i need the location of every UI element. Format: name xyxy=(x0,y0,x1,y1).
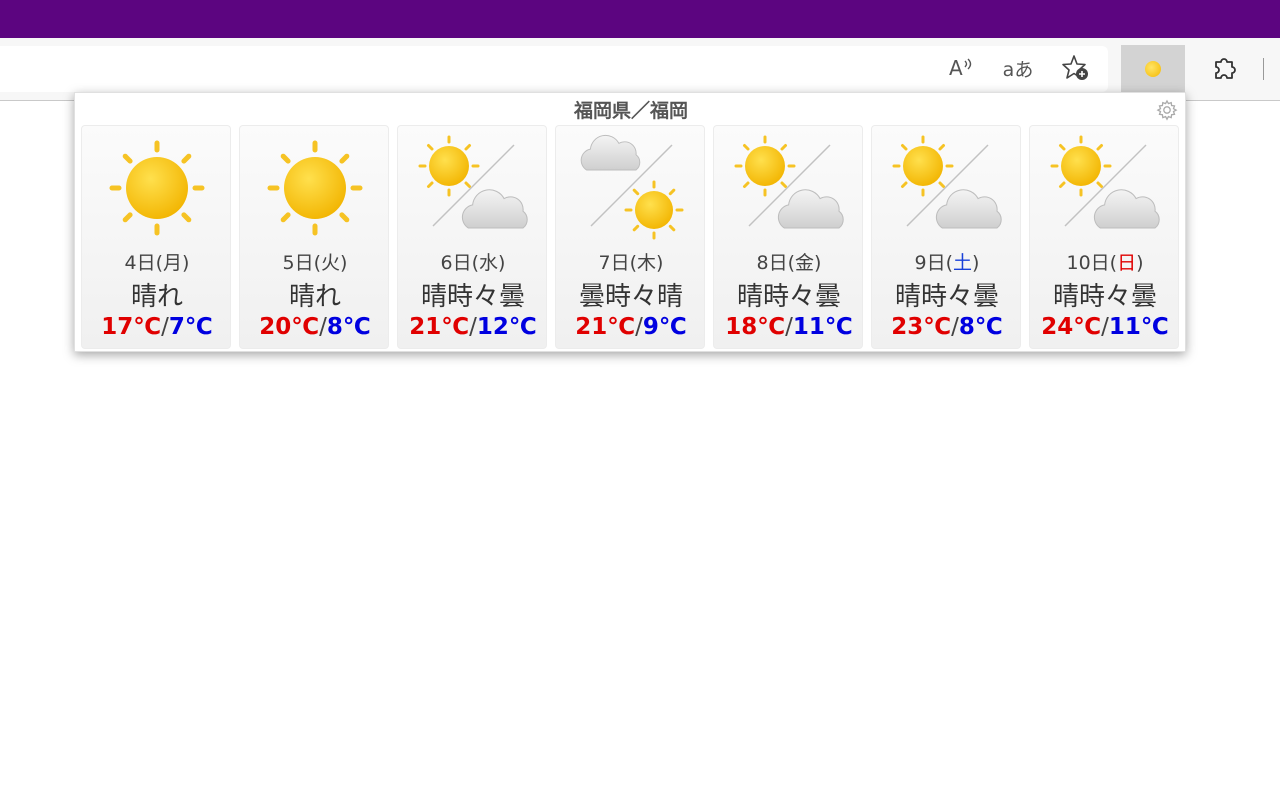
sun-icon xyxy=(1145,61,1161,77)
forecast-date: 4日(月) xyxy=(82,248,232,275)
browser-title-bar xyxy=(0,0,1280,38)
forecast-date: 7日(木) xyxy=(556,248,706,275)
high-temp: 20℃ xyxy=(259,314,320,340)
gear-icon[interactable] xyxy=(1156,99,1178,121)
date-weekday: 金 xyxy=(795,252,815,274)
forecast-date: 10日(日) xyxy=(1030,248,1180,275)
sunny-icon xyxy=(267,140,363,236)
date-day: 4日( xyxy=(124,252,164,274)
location-title: 福岡県／福岡 xyxy=(573,100,688,122)
date-close: ) xyxy=(814,252,822,274)
temp-separator: / xyxy=(635,314,643,340)
forecast-day-card: 5日(火) 晴れ 20℃/8℃ xyxy=(239,125,389,349)
low-temp: 8℃ xyxy=(958,314,1003,340)
date-day: 10日( xyxy=(1066,252,1118,274)
date-day: 5日( xyxy=(282,252,322,274)
forecast-day-card: 7日(木) 曇時々晴 21℃/9℃ xyxy=(555,125,705,349)
forecast-date: 6日(水) xyxy=(398,248,548,275)
temp-separator: / xyxy=(785,314,793,340)
temperature-range: 17℃/7℃ xyxy=(82,314,232,340)
date-close: ) xyxy=(182,252,190,274)
weather-condition: 晴れ xyxy=(130,282,183,312)
forecast-day-card: 9日(土) 晴時々曇 23℃/8℃ xyxy=(871,125,1021,349)
weather-condition: 晴時々曇 xyxy=(736,282,841,312)
forecast-date: 5日(火) xyxy=(240,248,390,275)
date-weekday: 日 xyxy=(1117,252,1137,274)
low-temp: 11℃ xyxy=(1108,314,1169,340)
weather-condition: 晴時々曇 xyxy=(894,282,999,312)
date-weekday: 木 xyxy=(637,252,657,274)
weather-popup: 福岡県／福岡 4日(月) 晴れ 17℃/7℃ 5日(火) 晴れ 20℃/8℃ 6… xyxy=(74,92,1186,352)
sun-then-cloud-icon xyxy=(734,135,844,229)
puzzle-icon xyxy=(1215,58,1236,79)
translate-icon: aあ xyxy=(1002,58,1034,81)
add-favorite-icon xyxy=(1062,55,1088,80)
high-temp: 24℃ xyxy=(1041,314,1102,340)
high-temp: 18℃ xyxy=(725,314,786,340)
temp-separator: / xyxy=(319,314,327,340)
read-aloud-button[interactable]: A xyxy=(940,48,980,88)
low-temp: 12℃ xyxy=(476,314,537,340)
date-weekday: 月 xyxy=(163,252,183,274)
date-weekday: 水 xyxy=(479,252,499,274)
temp-separator: / xyxy=(1101,314,1109,340)
date-day: 6日( xyxy=(440,252,480,274)
temp-separator: / xyxy=(951,314,959,340)
forecast-day-card: 6日(水) 晴時々曇 21℃/12℃ xyxy=(397,125,547,349)
cloud-then-sun-icon xyxy=(580,134,684,240)
date-close: ) xyxy=(498,252,506,274)
sun-then-cloud-icon xyxy=(418,135,528,229)
date-day: 8日( xyxy=(756,252,796,274)
temp-separator: / xyxy=(469,314,477,340)
forecast-day-card: 10日(日) 晴時々曇 24℃/11℃ xyxy=(1029,125,1179,349)
forecast-date: 9日(土) xyxy=(872,248,1022,275)
weather-condition: 曇時々晴 xyxy=(578,282,683,312)
date-day: 9日( xyxy=(914,252,954,274)
low-temp: 7℃ xyxy=(168,314,213,340)
forecast-day-card: 4日(月) 晴れ 17℃/7℃ xyxy=(81,125,231,349)
low-temp: 8℃ xyxy=(326,314,371,340)
date-close: ) xyxy=(340,252,348,274)
forecast-day-card: 8日(金) 晴時々曇 18℃/11℃ xyxy=(713,125,863,349)
toolbar-separator xyxy=(1263,58,1264,80)
date-day: 7日( xyxy=(598,252,638,274)
date-weekday: 土 xyxy=(953,252,973,274)
date-close: ) xyxy=(656,252,664,274)
date-close: ) xyxy=(972,252,980,274)
temperature-range: 21℃/12℃ xyxy=(398,314,548,340)
temperature-range: 24℃/11℃ xyxy=(1030,314,1180,340)
date-close: ) xyxy=(1136,252,1144,274)
extensions-button[interactable] xyxy=(1204,48,1244,88)
sunny-icon xyxy=(109,140,205,236)
temp-separator: / xyxy=(161,314,169,340)
high-temp: 21℃ xyxy=(409,314,470,340)
low-temp: 11℃ xyxy=(792,314,853,340)
weather-extension-button[interactable] xyxy=(1121,45,1185,93)
temperature-range: 18℃/11℃ xyxy=(714,314,864,340)
sun-then-cloud-icon xyxy=(892,135,1002,229)
date-weekday: 火 xyxy=(321,252,341,274)
temperature-range: 21℃/9℃ xyxy=(556,314,706,340)
weather-condition: 晴れ xyxy=(288,282,341,312)
weather-condition: 晴時々曇 xyxy=(1052,282,1157,312)
high-temp: 17℃ xyxy=(101,314,162,340)
low-temp: 9℃ xyxy=(642,314,687,340)
high-temp: 21℃ xyxy=(575,314,636,340)
weather-condition: 晴時々曇 xyxy=(420,282,525,312)
translate-button[interactable]: aあ xyxy=(998,48,1038,88)
svg-text:A: A xyxy=(949,56,963,80)
add-favorite-button[interactable] xyxy=(1056,48,1096,88)
forecast-date: 8日(金) xyxy=(714,248,864,275)
high-temp: 23℃ xyxy=(891,314,952,340)
temperature-range: 23℃/8℃ xyxy=(872,314,1022,340)
sun-then-cloud-icon xyxy=(1050,135,1160,229)
temperature-range: 20℃/8℃ xyxy=(240,314,390,340)
read-aloud-icon: A xyxy=(949,56,972,80)
